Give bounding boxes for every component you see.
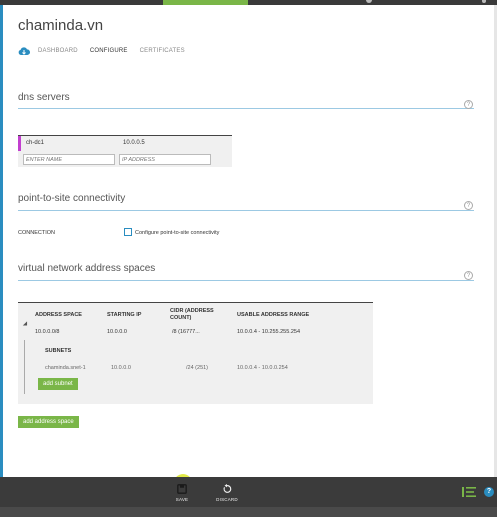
bottom-status-strip: [0, 507, 497, 517]
vnet-section-title: virtual network address spaces: [18, 263, 156, 274]
dns-ip-input[interactable]: [119, 154, 211, 165]
cloud-service-icon: [18, 47, 30, 55]
col-header-cidr: CIDR (ADDRESS COUNT): [170, 308, 214, 322]
col-header-usable-range: USABLE ADDRESS RANGE: [237, 312, 310, 318]
cidr-value: /8 (16777...: [172, 329, 200, 335]
activity-list-icon[interactable]: [462, 487, 476, 497]
subnet-starting-ip: 10.0.0.0: [111, 365, 131, 371]
help-icon[interactable]: ?: [484, 487, 494, 497]
usable-range-value: 10.0.0.4 - 10.255.255.254: [237, 329, 300, 335]
address-spaces-table: ADDRESS SPACE STARTING IP CIDR (ADDRESS …: [18, 302, 373, 404]
top-bar-icon[interactable]: [366, 0, 372, 3]
section-divider: [18, 280, 474, 281]
command-bar: SAVE DISCARD ?: [0, 477, 497, 507]
connection-label: CONNECTION: [18, 230, 55, 236]
tab-configure[interactable]: CONFIGURE: [90, 48, 128, 54]
dns-server-row[interactable]: ch-dc1 10.0.0.5: [18, 136, 232, 151]
discard-label: DISCARD: [216, 497, 238, 502]
tab-dashboard[interactable]: DASHBOARD: [38, 48, 78, 54]
col-header-cidr-line2: COUNT): [170, 315, 192, 321]
subnet-usable-range: 10.0.0.4 - 10.0.0.254: [237, 365, 288, 371]
tab-certificates[interactable]: CERTIFICATES: [140, 48, 185, 54]
col-header-address-space: ADDRESS SPACE: [35, 312, 82, 318]
p2s-section-title: point-to-site connectivity: [18, 193, 126, 204]
page-title: chaminda.vn: [18, 17, 104, 34]
subnets-label: SUBNETS: [45, 348, 72, 354]
add-subnet-button[interactable]: add subnet: [38, 378, 78, 390]
dns-servers-table: ch-dc1 10.0.0.5: [18, 135, 232, 167]
dns-new-entry-row: [18, 151, 232, 167]
col-header-starting-ip: STARTING IP: [107, 312, 142, 318]
dns-name-input[interactable]: [23, 154, 115, 165]
help-icon[interactable]: ?: [464, 271, 473, 280]
discard-button[interactable]: DISCARD: [212, 477, 242, 507]
discard-icon: [223, 484, 232, 493]
dns-server-ip: 10.0.0.5: [123, 140, 145, 146]
top-bar: [0, 0, 497, 5]
collapse-toggle-icon[interactable]: [22, 321, 30, 328]
subnet-name[interactable]: chaminda.snet-1: [45, 365, 86, 371]
save-button[interactable]: SAVE: [167, 477, 197, 507]
left-accent-rail: [0, 5, 3, 477]
subnet-group-indicator: [24, 340, 25, 394]
section-divider: [18, 108, 474, 109]
nav-tabs: DASHBOARD CONFIGURE CERTIFICATES: [18, 45, 197, 57]
save-label: SAVE: [175, 497, 189, 502]
save-icon: [177, 484, 187, 494]
subnet-cidr: /24 (251): [186, 365, 209, 371]
active-tab-indicator: [163, 0, 248, 5]
dns-server-name: ch-dc1: [26, 140, 45, 146]
p2s-checkbox-label[interactable]: Configure point-to-site connectivity: [135, 230, 219, 236]
address-space-value: 10.0.0.0/8: [35, 329, 60, 335]
help-icon[interactable]: ?: [464, 100, 473, 109]
p2s-checkbox[interactable]: [124, 228, 132, 236]
section-divider: [18, 210, 474, 211]
add-address-space-button[interactable]: add address space: [18, 416, 79, 428]
starting-ip-value: 10.0.0.0: [107, 329, 127, 335]
top-bar-icon-secondary[interactable]: [482, 0, 486, 3]
dns-section-title: dns servers: [18, 92, 70, 103]
col-header-cidr-line1: CIDR (ADDRESS: [170, 308, 214, 314]
help-icon[interactable]: ?: [464, 201, 473, 210]
